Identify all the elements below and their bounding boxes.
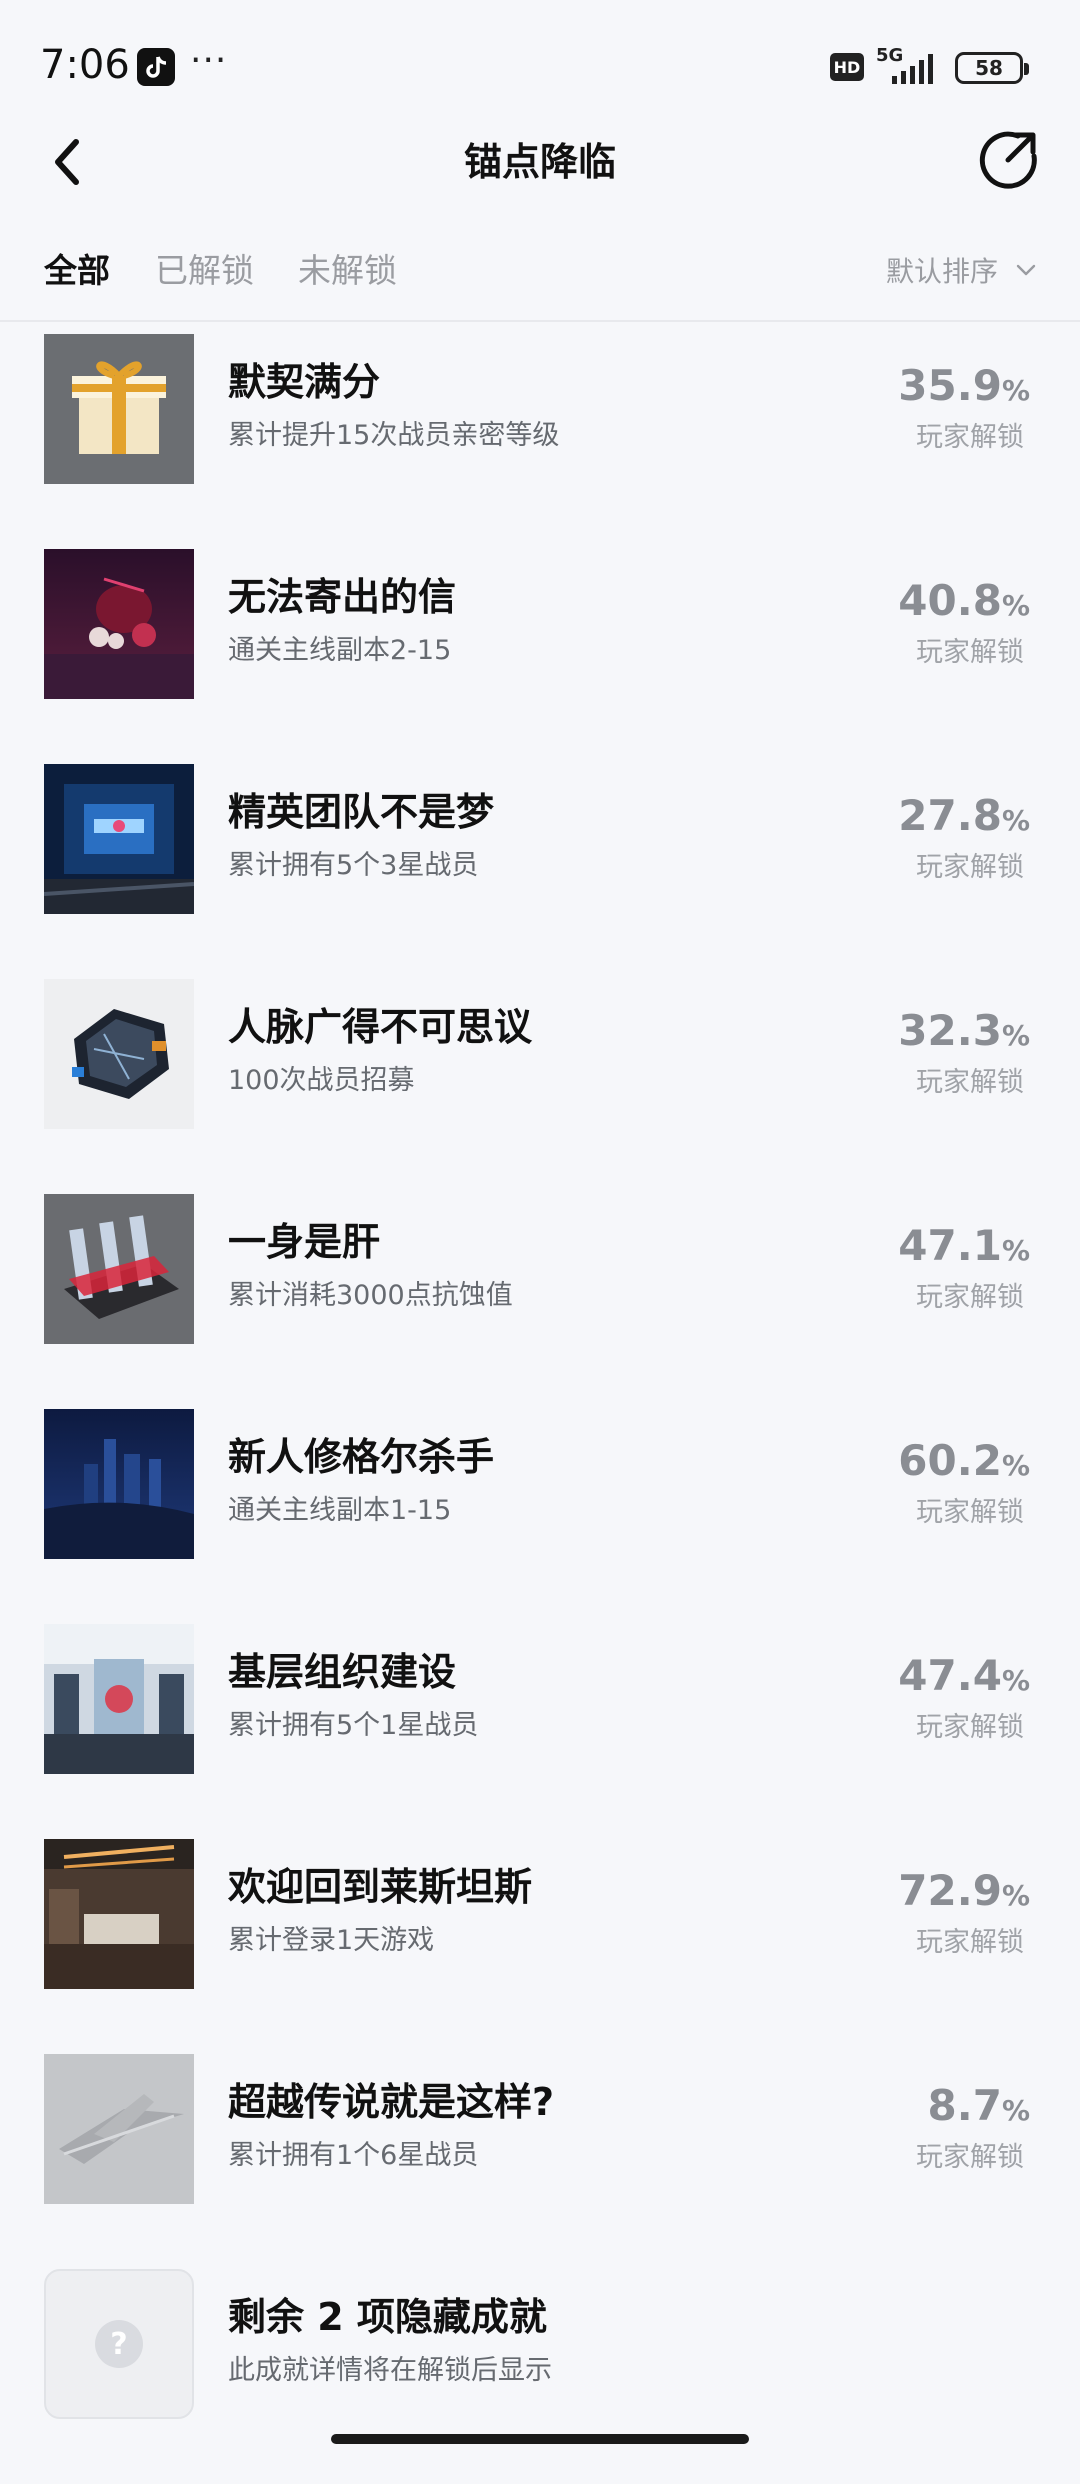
home-indicator[interactable]	[331, 2434, 749, 2444]
unlock-percent-value: 47.1	[898, 1221, 1002, 1270]
hidden-achievements-desc: 此成就详情将在解锁后显示	[228, 2355, 552, 2386]
unlock-percent: 47.4%	[898, 1652, 1030, 1705]
achievement-item[interactable]: 新人修格尔杀手 通关主线副本1-15 60.2% 玩家解锁	[0, 1409, 1080, 1624]
unlock-label: 玩家解锁	[916, 1712, 1024, 1743]
tech-chamber-thumbnail	[44, 764, 194, 914]
unlock-percent: 60.2%	[898, 1437, 1030, 1490]
aircraft-thumbnail	[44, 2054, 194, 2204]
unlock-label: 玩家解锁	[916, 422, 1024, 453]
more-notifications-icon: ···	[190, 40, 228, 81]
hidden-achievements-title: 剩余 2 项隐藏成就	[228, 2295, 547, 2339]
tab-unlocked[interactable]: 已解锁	[155, 246, 254, 296]
question-icon: ?	[95, 2320, 143, 2368]
battery-icon: 58	[955, 52, 1029, 84]
tiktok-icon	[137, 48, 175, 86]
unlock-percent: 27.8%	[898, 792, 1030, 845]
lab-interior-thumbnail	[44, 1624, 194, 1774]
unlock-label: 玩家解锁	[916, 637, 1024, 668]
unlock-percent-value: 60.2	[898, 1436, 1002, 1485]
achievement-desc: 累计提升15次战员亲密等级	[228, 420, 560, 451]
achievement-title: 精英团队不是梦	[228, 790, 495, 834]
percent-sign: %	[1001, 1234, 1030, 1267]
percent-sign: %	[1001, 1664, 1030, 1697]
unlock-label: 玩家解锁	[916, 1067, 1024, 1098]
achievement-desc: 累计消耗3000点抗蚀值	[228, 1280, 513, 1311]
hidden-achievement-placeholder: ?	[44, 2269, 194, 2419]
achievement-title: 超越传说就是这样?	[228, 2080, 555, 2124]
percent-sign: %	[1001, 589, 1030, 622]
unlock-percent-value: 47.4	[898, 1651, 1002, 1700]
status-time: 7:06	[40, 42, 130, 88]
unlock-percent-value: 40.8	[898, 576, 1002, 625]
achievement-desc: 累计拥有5个1星战员	[228, 1710, 479, 1741]
percent-sign: %	[1001, 804, 1030, 837]
unlock-percent: 40.8%	[898, 577, 1030, 630]
achievement-desc: 通关主线副本2-15	[228, 635, 452, 666]
percent-sign: %	[1001, 374, 1030, 407]
achievement-desc: 通关主线副本1-15	[228, 1495, 452, 1526]
achievement-desc: 100次战员招募	[228, 1065, 415, 1096]
achievement-list: 默契满分 累计提升15次战员亲密等级 35.9% 玩家解锁 无法寄出的信 通关主…	[0, 334, 1080, 2484]
achievement-title: 无法寄出的信	[228, 575, 457, 619]
unlock-percent-value: 72.9	[898, 1866, 1002, 1915]
percent-sign: %	[1001, 1449, 1030, 1482]
achievement-title: 新人修格尔杀手	[228, 1435, 495, 1479]
gift-box-thumbnail	[44, 334, 194, 484]
achievement-item[interactable]: 人脉广得不可思议 100次战员招募 32.3% 玩家解锁	[0, 979, 1080, 1194]
unlock-label: 玩家解锁	[916, 852, 1024, 883]
unlock-percent-value: 8.7	[927, 2081, 1002, 2130]
percent-sign: %	[1001, 1879, 1030, 1912]
percent-sign: %	[1001, 1019, 1030, 1052]
vials-thumbnail	[44, 1194, 194, 1344]
achievement-item[interactable]: 精英团队不是梦 累计拥有5个3星战员 27.8% 玩家解锁	[0, 764, 1080, 979]
achievement-item[interactable]: 超越传说就是这样? 累计拥有1个6星战员 8.7% 玩家解锁	[0, 2054, 1080, 2269]
sort-label: 默认排序	[885, 255, 998, 288]
page-title: 锚点降临	[463, 140, 616, 184]
achievement-desc: 累计拥有5个3星战员	[228, 850, 479, 881]
city-night-thumbnail	[44, 1409, 194, 1559]
percent-sign: %	[1001, 2094, 1030, 2127]
hd-badge: HD	[830, 53, 864, 81]
hexagon-device-thumbnail	[44, 979, 194, 1129]
tab-all[interactable]: 全部	[44, 246, 110, 296]
unlock-label: 玩家解锁	[916, 1927, 1024, 1958]
battery-level: 58	[975, 56, 1003, 80]
hidden-achievements-item: ? 剩余 2 项隐藏成就 此成就详情将在解锁后显示	[0, 2269, 1080, 2484]
unlock-label: 玩家解锁	[916, 2142, 1024, 2173]
unlock-percent: 32.3%	[898, 1007, 1030, 1060]
divider	[0, 320, 1080, 322]
signal-icon	[892, 54, 933, 84]
achievement-desc: 累计登录1天游戏	[228, 1925, 435, 1956]
unlock-percent: 8.7%	[928, 2082, 1030, 2135]
achievement-title: 默契满分	[228, 360, 381, 404]
achievement-item[interactable]: 一身是肝 累计消耗3000点抗蚀值 47.1% 玩家解锁	[0, 1194, 1080, 1409]
tab-locked[interactable]: 未解锁	[298, 246, 397, 296]
achievement-item[interactable]: 无法寄出的信 通关主线副本2-15 40.8% 玩家解锁	[0, 549, 1080, 764]
achievement-item[interactable]: 欢迎回到莱斯坦斯 累计登录1天游戏 72.9% 玩家解锁	[0, 1839, 1080, 2054]
letter-scene-thumbnail	[44, 549, 194, 699]
chevron-down-icon	[1016, 264, 1036, 276]
room-interior-thumbnail	[44, 1839, 194, 1989]
unlock-percent: 47.1%	[898, 1222, 1030, 1275]
achievement-item[interactable]: 默契满分 累计提升15次战员亲密等级 35.9% 玩家解锁	[0, 334, 1080, 549]
unlock-percent-value: 35.9	[898, 361, 1002, 410]
achievement-title: 人脉广得不可思议	[228, 1005, 533, 1049]
achievement-title: 一身是肝	[228, 1220, 381, 1264]
unlock-percent-value: 32.3	[898, 1006, 1002, 1055]
unlock-label: 玩家解锁	[916, 1497, 1024, 1528]
sort-dropdown[interactable]: 默认排序	[886, 250, 1038, 290]
achievement-desc: 累计拥有1个6星战员	[228, 2140, 479, 2171]
unlock-label: 玩家解锁	[916, 1282, 1024, 1313]
achievement-title: 基层组织建设	[228, 1650, 457, 1694]
unlock-percent: 72.9%	[898, 1867, 1030, 1920]
filter-tabs: 全部 已解锁 未解锁 默认排序	[0, 240, 1080, 320]
achievement-title: 欢迎回到莱斯坦斯	[228, 1865, 533, 1909]
achievement-item[interactable]: 基层组织建设 累计拥有5个1星战员 47.4% 玩家解锁	[0, 1624, 1080, 1839]
unlock-percent: 35.9%	[898, 362, 1030, 415]
share-icon[interactable]	[978, 128, 1040, 190]
unlock-percent-value: 27.8	[898, 791, 1002, 840]
header: 锚点降临	[0, 110, 1080, 230]
